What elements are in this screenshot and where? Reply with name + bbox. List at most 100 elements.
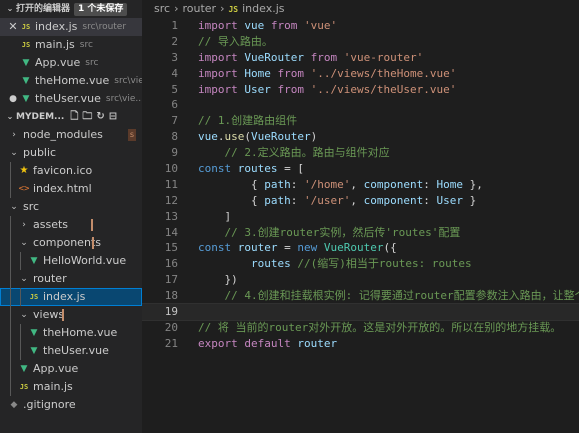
open-editor-item[interactable]: ✕ JS index.js src\router xyxy=(0,18,142,36)
editor: src › router › JS index.js 1 import vue from '… xyxy=(142,0,579,433)
chevron-right-icon: › xyxy=(22,220,26,230)
new-file-icon[interactable]: 🗋 xyxy=(70,108,78,126)
line-number: 5 xyxy=(171,82,178,96)
code-line: 13 ] xyxy=(142,209,579,225)
code-area[interactable]: 1 import vue from 'vue' 2 // 导入路由。 3 import V… xyxy=(142,18,579,352)
tree-item[interactable]: ⌄ public xyxy=(0,144,142,162)
collapse-icon[interactable]: ⊟ xyxy=(109,108,117,126)
tree-item[interactable]: <> index.html xyxy=(0,180,142,198)
line-number: 16 xyxy=(164,257,178,271)
code-token: } xyxy=(462,193,477,207)
new-folder-icon[interactable]: 🗀 xyxy=(82,108,92,126)
code-token: vue xyxy=(244,19,265,32)
refresh-icon[interactable]: ↻ xyxy=(96,108,104,126)
file-tree: › node_modules s ⌄ public ★ favicon.ico <> index… xyxy=(0,126,142,414)
breadcrumb-file[interactable]: index.js xyxy=(242,2,284,15)
code-line: 21 export default router xyxy=(142,336,579,352)
explorer-header[interactable]: ⌄ MYDEM... 🗋 🗀 ↻ ⊟ xyxy=(0,108,142,126)
code-token: User xyxy=(436,193,463,207)
tree-item-name: src xyxy=(23,200,40,213)
chevron-down-icon: ⌄ xyxy=(20,310,28,320)
tree-item[interactable]: ⌄ views xyxy=(0,306,142,324)
tree-item[interactable]: ★ favicon.ico xyxy=(0,162,142,180)
tree-item-name: components xyxy=(33,236,101,249)
tree-item-name: router xyxy=(33,272,67,285)
code-token: from xyxy=(270,19,298,32)
code-line: 11 { path: '/home', component: Home }, xyxy=(142,177,579,193)
chevron-down-icon: ⌄ xyxy=(20,274,28,284)
sidebar: ⌄ 打开的编辑器 1 个未保存 ✕ JS index.js src\router JS m… xyxy=(0,0,142,433)
line-number: 12 xyxy=(164,193,178,207)
open-editor-path: src xyxy=(85,58,99,68)
code-token: from xyxy=(310,50,338,64)
code-line: 2 // 导入路由。 xyxy=(142,34,579,50)
tree-item-name: .gitignore xyxy=(23,398,76,411)
indent-guide xyxy=(10,270,11,288)
code-text: // 将 当前的router对外开放。这是对外开放的。所以在别的地方挂载。 xyxy=(198,320,561,336)
code-text: { path: '/user', component: User } xyxy=(198,193,476,209)
code-token: vue xyxy=(198,130,218,144)
breadcrumb-sep: › xyxy=(220,2,225,15)
tree-item[interactable]: › assets xyxy=(0,216,142,234)
code-token: path xyxy=(264,193,291,207)
tree-item[interactable]: ⌄ components xyxy=(0,234,142,252)
tree-item[interactable]: ◆ .gitignore xyxy=(0,396,142,414)
tree-item[interactable]: ⌄ router xyxy=(0,270,142,288)
code-token: '../views/theUser.vue' xyxy=(310,82,457,96)
js-file-icon: JS xyxy=(19,383,29,391)
code-line: 7 // 1.创建路由组件 xyxy=(142,113,579,129)
open-editor-name: main.js xyxy=(35,38,75,51)
line-number: 10 xyxy=(164,162,178,176)
vue-file-icon: ▼ xyxy=(22,58,30,68)
code-line: 17 }) xyxy=(142,272,579,288)
open-editor-item[interactable]: ▼ App.vue src xyxy=(0,54,142,72)
code-token: { xyxy=(198,177,265,191)
change-marker xyxy=(91,219,93,231)
tree-item[interactable]: ⌄ src xyxy=(0,198,142,216)
code-text: import User from '../views/theUser.vue' xyxy=(198,82,456,98)
tree-item[interactable]: ▼ HelloWorld.vue xyxy=(0,252,142,270)
open-editor-path: src\router xyxy=(82,22,127,32)
tree-item-name: index.js xyxy=(43,290,86,303)
code-text: }) xyxy=(198,272,237,288)
breadcrumb-router[interactable]: router xyxy=(182,2,216,15)
code-text: { path: '/home', component: Home }, xyxy=(198,177,483,193)
code-token: component xyxy=(363,177,424,191)
line-number: 11 xyxy=(164,177,178,191)
unsaved-badge: 1 个未保存 xyxy=(74,2,128,16)
code-token: VueRouter xyxy=(244,50,304,64)
chevron-down-icon: ⌄ xyxy=(10,202,18,212)
code-line: 10 const routes = [ xyxy=(142,161,579,177)
indent-guide xyxy=(20,342,21,360)
js-file-icon: JS xyxy=(228,5,239,14)
tree-item[interactable]: ▼ theHome.vue xyxy=(0,324,142,342)
line-number: 9 xyxy=(171,146,178,160)
close-icon[interactable]: ✕ xyxy=(6,18,20,36)
code-token: : xyxy=(290,177,304,191)
code-token: // 将 当前的router对外开放。这是对外开放的。所以在别的地方挂载。 xyxy=(198,320,562,334)
code-line: 9 // 2.定义路由。路由与组件对应 xyxy=(142,145,579,161)
tree-item[interactable]: JS main.js xyxy=(0,378,142,396)
tree-item[interactable]: JS index.js xyxy=(0,288,142,306)
open-editor-item[interactable]: ▼ theHome.vue src\vie... xyxy=(0,72,142,90)
code-token: export xyxy=(198,336,238,350)
code-token: router xyxy=(297,336,338,350)
breadcrumb-src[interactable]: src xyxy=(154,2,170,15)
line-number: 1 xyxy=(171,19,178,32)
tree-item[interactable]: › node_modules s xyxy=(0,126,142,144)
open-editors-header[interactable]: ⌄ 打开的编辑器 1 个未保存 xyxy=(0,0,142,18)
code-token: component xyxy=(363,193,424,207)
open-editor-item[interactable]: ● ▼ theUser.vue src\vie... xyxy=(0,90,142,108)
chevron-down-icon: ⌄ xyxy=(6,4,14,13)
explorer-toolbar: 🗋 🗀 ↻ ⊟ xyxy=(70,108,117,126)
code-text: routes //(缩写)相当于routes: routes xyxy=(198,256,472,272)
tree-item[interactable]: ▼ App.vue xyxy=(0,360,142,378)
code-text: // 1.创建路由组件 xyxy=(198,113,297,129)
vue-file-icon: ▼ xyxy=(30,256,38,266)
open-editor-item[interactable]: JS main.js src xyxy=(0,36,142,54)
js-file-icon: JS xyxy=(21,41,31,49)
chevron-down-icon: ⌄ xyxy=(20,238,28,248)
tree-item[interactable]: ▼ theUser.vue xyxy=(0,342,142,360)
